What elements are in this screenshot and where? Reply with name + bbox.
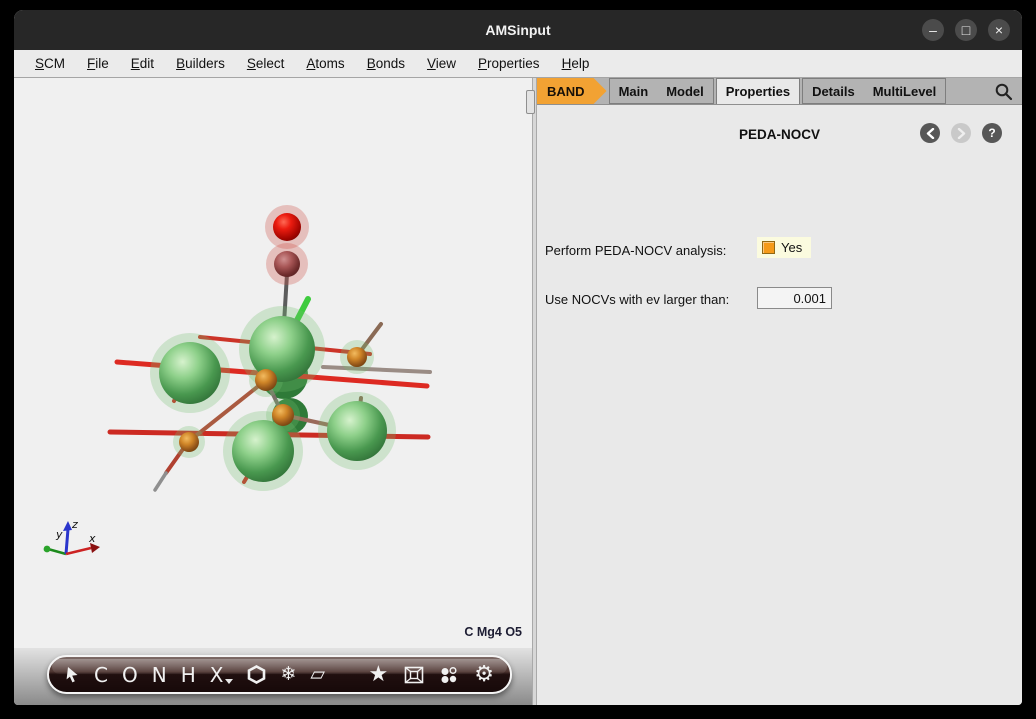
atom-x-menu-button[interactable]: X bbox=[210, 665, 234, 685]
atom-Olat[interactable] bbox=[179, 432, 199, 452]
menu-help[interactable]: Help bbox=[551, 56, 601, 71]
dropdown-arrow-icon bbox=[225, 679, 233, 684]
atom-Olat[interactable] bbox=[272, 404, 294, 426]
atom-Mg[interactable] bbox=[159, 342, 221, 404]
axis-triad: z y x bbox=[44, 518, 100, 554]
nocv-threshold-label: Use NOCVs with ev larger than: bbox=[545, 292, 729, 307]
help-button[interactable]: ? bbox=[982, 123, 1002, 143]
peda-analysis-label: Perform PEDA-NOCV analysis: bbox=[545, 243, 726, 258]
y-axis-label: y bbox=[55, 528, 63, 541]
tab-properties[interactable]: Properties bbox=[716, 78, 800, 104]
atom-hydrogen-button[interactable]: H bbox=[181, 665, 196, 685]
y-axis-arrow bbox=[44, 546, 51, 553]
tab-main[interactable]: Main bbox=[610, 79, 658, 103]
input-panel: BAND MainModel Properties DetailsMultiLe… bbox=[537, 78, 1022, 705]
window-controls: –□ × bbox=[922, 19, 1010, 41]
tab-bar: BAND MainModel Properties DetailsMultiLe… bbox=[537, 78, 1022, 105]
toolbar-left-group: C O N H X ❄ ▱ bbox=[65, 665, 325, 685]
plane-icon[interactable]: ▱ bbox=[310, 665, 325, 684]
tab-model[interactable]: Model bbox=[657, 79, 713, 103]
nocv-threshold-input[interactable] bbox=[757, 287, 832, 309]
menu-file[interactable]: File bbox=[76, 56, 120, 71]
atom-nitrogen-button[interactable]: N bbox=[152, 665, 167, 685]
tab-multilevel[interactable]: MultiLevel bbox=[864, 79, 946, 103]
atom-Olat[interactable] bbox=[255, 369, 277, 391]
menu-properties[interactable]: Properties bbox=[467, 56, 551, 71]
tab-group-main-model: MainModel bbox=[609, 78, 714, 104]
settings-gear-icon[interactable]: ⚙ bbox=[474, 664, 494, 686]
peda-analysis-value: Yes bbox=[781, 240, 802, 255]
molecule-viewer[interactable]: z y x C Mg4 O5 bbox=[14, 78, 532, 648]
panel-nav: ? bbox=[920, 123, 1002, 143]
x-axis-arrow bbox=[66, 548, 91, 554]
perspective-box-icon[interactable] bbox=[404, 666, 424, 684]
chemical-formula-label: C Mg4 O5 bbox=[464, 625, 522, 639]
x-axis-label: x bbox=[88, 532, 96, 545]
atom-x-label: X bbox=[210, 665, 224, 685]
menu-bar: SCMFileEditBuildersSelectAtomsBondsViewP… bbox=[14, 50, 1022, 78]
crystal-snowflake-icon[interactable]: ❄ bbox=[280, 665, 296, 684]
menu-view[interactable]: View bbox=[416, 56, 467, 71]
tab-group-details-multilevel: DetailsMultiLevel bbox=[802, 78, 946, 104]
toolbar-strip: C O N H X ❄ ▱ ★ bbox=[14, 648, 532, 705]
menu-scm[interactable]: SCM bbox=[24, 56, 76, 71]
window-title: AMSinput bbox=[485, 22, 550, 38]
z-axis-arrow bbox=[66, 529, 68, 554]
atom-Mg[interactable] bbox=[327, 401, 387, 461]
desktop: { "window": { "title": "AMSinput", "cont… bbox=[0, 0, 1036, 719]
menu-edit[interactable]: Edit bbox=[120, 56, 165, 71]
atom-C[interactable] bbox=[274, 251, 300, 277]
menu-atoms[interactable]: Atoms bbox=[295, 56, 355, 71]
checkbox-checked-icon[interactable] bbox=[762, 241, 775, 254]
atom-O[interactable] bbox=[273, 213, 301, 241]
bond bbox=[155, 473, 166, 490]
panel-splitter[interactable] bbox=[526, 90, 535, 114]
minimize-button[interactable]: – bbox=[922, 19, 944, 41]
atom-Olat[interactable] bbox=[347, 347, 367, 367]
z-axis-label: z bbox=[71, 518, 78, 531]
ring-tool-icon[interactable] bbox=[247, 665, 266, 684]
forward-button[interactable] bbox=[951, 123, 971, 143]
atom-Mg[interactable] bbox=[232, 420, 294, 482]
atom-toolbar: C O N H X ❄ ▱ ★ bbox=[47, 655, 512, 694]
toolbar-right-group: ★ bbox=[369, 664, 494, 686]
menu-builders[interactable]: Builders bbox=[165, 56, 236, 71]
molecule-canvas[interactable]: z y x bbox=[14, 78, 532, 648]
atom-carbon-button[interactable]: C bbox=[94, 665, 108, 685]
title-bar[interactable]: AMSinput –□ × bbox=[14, 10, 1022, 50]
amsinput-window: AMSinput –□ × SCMFileEditBuildersSelectAt… bbox=[14, 10, 1022, 705]
menu-select[interactable]: Select bbox=[236, 56, 296, 71]
tab-band[interactable]: BAND bbox=[537, 78, 607, 104]
bond bbox=[323, 367, 430, 372]
peda-analysis-toggle[interactable]: Yes bbox=[757, 237, 811, 258]
menu-bonds[interactable]: Bonds bbox=[356, 56, 416, 71]
favorites-star-icon[interactable]: ★ bbox=[369, 664, 389, 686]
tab-details[interactable]: Details bbox=[803, 79, 864, 103]
close-button[interactable]: × bbox=[988, 19, 1010, 41]
back-button[interactable] bbox=[920, 123, 940, 143]
maximize-button[interactable]: □ bbox=[955, 19, 977, 41]
molecules-balls-icon[interactable] bbox=[440, 666, 458, 684]
select-cursor-icon[interactable] bbox=[65, 666, 80, 684]
atom-oxygen-button[interactable]: O bbox=[122, 665, 138, 685]
search-icon[interactable] bbox=[994, 82, 1013, 101]
